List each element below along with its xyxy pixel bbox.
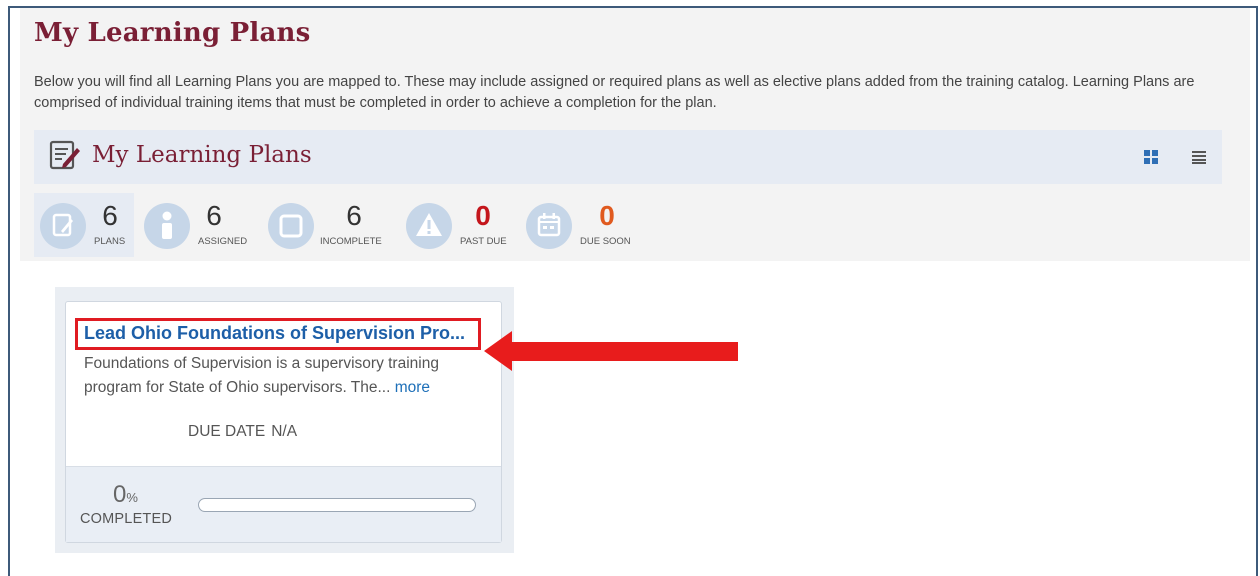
stat-plans-label: PLANS	[94, 236, 126, 247]
page-title: My Learning Plans	[34, 18, 311, 48]
edit-document-icon	[48, 138, 82, 172]
info-person-icon	[144, 203, 190, 249]
percent-sign: %	[126, 490, 138, 505]
progress-percent: 0%	[113, 481, 138, 509]
plan-title-link[interactable]: Lead Ohio Foundations of Supervision Pro…	[84, 323, 465, 344]
grid-view-icon[interactable]	[1144, 150, 1158, 164]
progress-bar	[198, 498, 476, 512]
stat-due-soon-count: 0	[599, 200, 615, 231]
progress-percent-value: 0	[113, 481, 127, 508]
stat-due-soon-label: DUE SOON	[580, 236, 631, 247]
stat-incomplete-count: 6	[346, 200, 362, 231]
intro-text: Below you will find all Learning Plans y…	[34, 74, 1195, 111]
stat-plans-count: 6	[102, 200, 118, 231]
incomplete-square-icon	[268, 203, 314, 249]
stat-assigned-count: 6	[206, 200, 222, 231]
plans-icon	[40, 203, 86, 249]
completed-label: COMPLETED	[80, 511, 173, 527]
stat-assigned-label: ASSIGNED	[198, 236, 248, 247]
stat-plans[interactable]: 6 PLANS	[34, 193, 134, 257]
plan-description: Foundations of Supervision is a supervis…	[84, 352, 484, 400]
stat-past-due-count: 0	[475, 200, 491, 231]
plan-description-text: Foundations of Supervision is a supervis…	[84, 355, 439, 396]
due-date-value: N/A	[271, 423, 298, 440]
calendar-icon	[526, 203, 572, 249]
stats-bar: 6 PLANS 6 ASSIGNED 6 INCOMPLETE 0 PAST D…	[34, 193, 734, 257]
stat-past-due[interactable]: 0 PAST DUE	[404, 193, 516, 257]
stat-past-due-label: PAST DUE	[460, 236, 507, 247]
warning-icon	[406, 203, 452, 249]
due-date: DUE DATE N/A	[188, 423, 297, 441]
more-link[interactable]: more	[395, 379, 430, 396]
stat-due-soon[interactable]: 0 DUE SOON	[524, 193, 644, 257]
stat-assigned[interactable]: 6 ASSIGNED	[142, 193, 258, 257]
plans-header-title: My Learning Plans	[92, 142, 312, 168]
stat-incomplete[interactable]: 6 INCOMPLETE	[266, 193, 396, 257]
stat-incomplete-label: INCOMPLETE	[320, 236, 382, 247]
due-date-label: DUE DATE	[188, 423, 266, 440]
plans-header: My Learning Plans	[34, 130, 1222, 184]
list-view-icon[interactable]	[1192, 150, 1206, 164]
red-arrow-annotation	[484, 331, 738, 371]
